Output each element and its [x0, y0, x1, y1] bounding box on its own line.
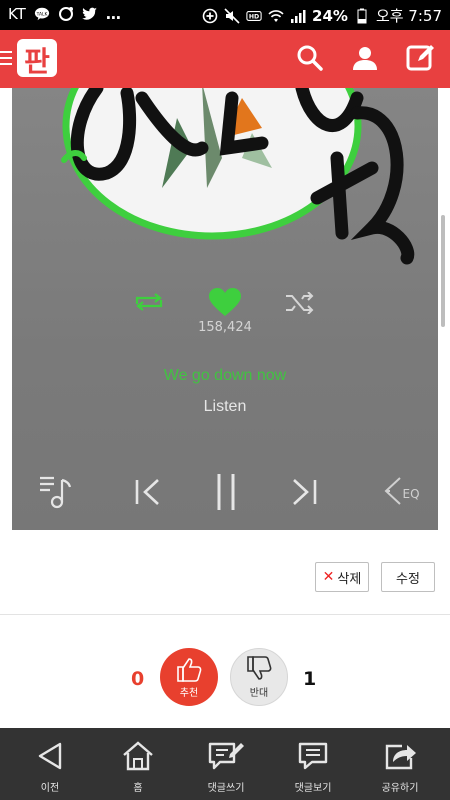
nav-view-comments-label: 댓글보기 — [294, 783, 332, 794]
thumbs-up-icon — [177, 658, 202, 682]
twitter-icon — [81, 6, 98, 22]
recommend-button[interactable]: 추천 — [160, 648, 218, 706]
nav-back[interactable]: 이전 — [5, 728, 95, 800]
home-icon — [123, 741, 153, 771]
scrollbar[interactable] — [441, 215, 445, 327]
oppose-count: 1 — [303, 668, 317, 690]
search-icon — [297, 45, 323, 71]
nav-share[interactable]: 공유하기 — [355, 728, 445, 800]
delete-button[interactable]: ✕ 삭제 — [315, 562, 369, 592]
comment-edit-icon — [208, 742, 244, 770]
close-icon: ✕ — [322, 569, 335, 585]
hd-icon: HD — [246, 8, 262, 24]
wifi-icon — [268, 8, 284, 24]
nav-write-comment[interactable]: 댓글쓰기 — [181, 728, 271, 800]
signal-icon — [290, 8, 306, 24]
status-bar: KT TALK … HD 24% 오후 7:57 — [0, 0, 450, 30]
eq-button[interactable]: EQ — [378, 472, 424, 510]
repeat-button[interactable] — [133, 290, 165, 314]
edit-icon — [406, 45, 434, 71]
svg-text:TALK: TALK — [35, 11, 47, 17]
app-logo[interactable]: 판 — [16, 38, 58, 78]
like-count: 158,424 — [198, 320, 252, 335]
next-button[interactable] — [290, 472, 320, 510]
nav-write-comment-label: 댓글쓰기 — [207, 783, 245, 794]
shuffle-icon — [286, 292, 314, 314]
nav-home[interactable]: 홈 — [93, 728, 183, 800]
playlist-icon — [40, 476, 72, 509]
artist-name: Listen — [203, 398, 247, 415]
logo-text: 판 — [24, 45, 50, 78]
carrier-label: KT — [8, 5, 26, 23]
eq-label: EQ — [402, 487, 420, 501]
write-button[interactable] — [406, 43, 436, 73]
delete-label: 삭제 — [337, 571, 362, 587]
heart-icon — [209, 288, 241, 316]
oppose-label: 반대 — [249, 688, 269, 699]
playlist-button[interactable] — [38, 472, 74, 510]
nav-home-label: 홈 — [133, 783, 143, 794]
edit-button[interactable]: 수정 — [381, 562, 435, 592]
bottom-nav: 이전 홈 댓글쓰기 댓글보기 공유하기 — [0, 728, 450, 800]
battery-percent: 24% — [312, 6, 348, 25]
shuffle-button[interactable] — [284, 292, 316, 314]
pause-icon — [217, 474, 235, 510]
previous-icon — [135, 479, 159, 505]
divider — [0, 614, 450, 615]
clock: 오후 7:57 — [375, 7, 442, 25]
data-saver-icon — [202, 8, 218, 24]
search-button[interactable] — [295, 43, 325, 73]
nav-share-label: 공유하기 — [381, 783, 419, 794]
back-icon — [38, 742, 62, 770]
profile-button[interactable] — [350, 43, 380, 73]
more-notifications: … — [105, 5, 121, 23]
comment-icon — [298, 742, 328, 770]
battery-icon — [354, 8, 370, 24]
app-bar: 판 — [0, 30, 450, 88]
share-icon — [385, 744, 416, 770]
person-icon — [353, 47, 377, 70]
svg-text:HD: HD — [249, 13, 259, 20]
mute-icon — [224, 7, 240, 24]
chat-bubble-icon — [58, 6, 74, 22]
pause-button[interactable] — [212, 472, 240, 512]
recommend-label: 추천 — [179, 688, 199, 699]
menu-icon[interactable] — [0, 48, 14, 68]
nav-back-label: 이전 — [40, 783, 60, 794]
talk-icon: TALK — [34, 6, 50, 22]
repeat-icon — [135, 293, 163, 311]
next-icon — [293, 479, 317, 505]
recommend-count: 0 — [131, 668, 145, 690]
previous-button[interactable] — [132, 472, 162, 510]
thumbs-down-icon — [247, 656, 272, 680]
song-title: We go down now — [163, 367, 287, 384]
nav-view-comments[interactable]: 댓글보기 — [268, 728, 358, 800]
eq-icon — [385, 477, 402, 505]
edit-label: 수정 — [396, 571, 420, 587]
like-button[interactable] — [208, 288, 242, 318]
oppose-button[interactable]: 반대 — [230, 648, 288, 706]
